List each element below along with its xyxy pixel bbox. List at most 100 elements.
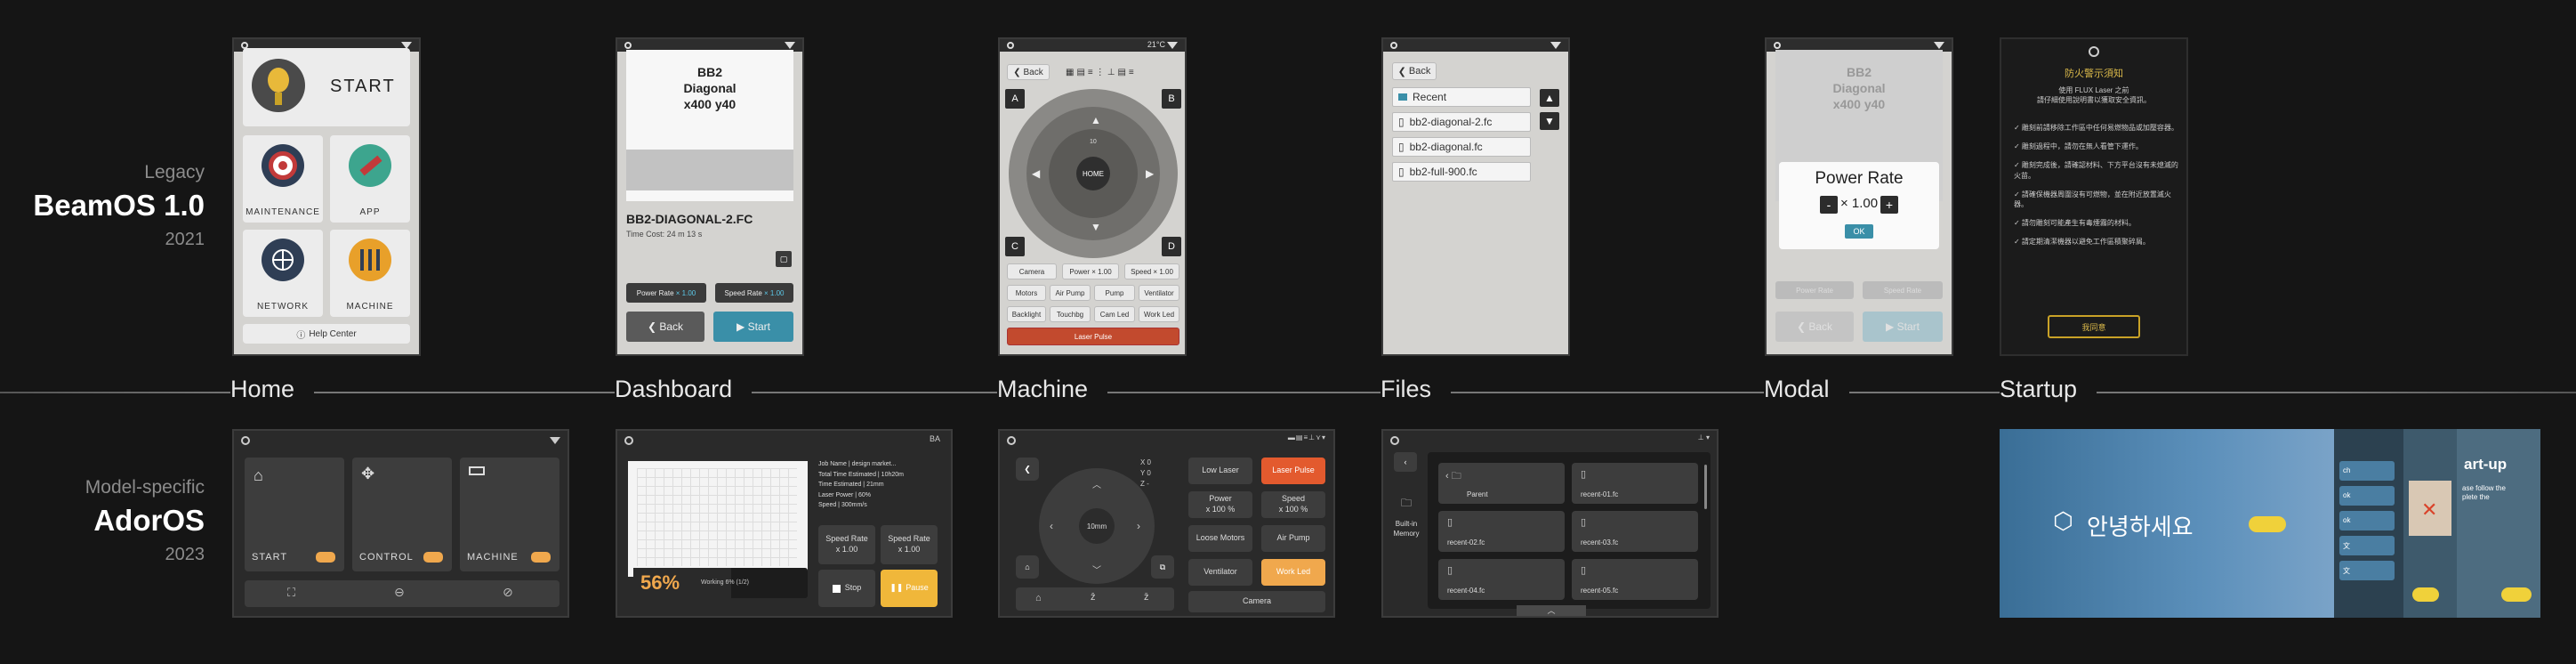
settings-icon[interactable] bbox=[1774, 42, 1781, 49]
scroll-down-icon[interactable]: ▼ bbox=[1540, 112, 1559, 130]
start-go-button[interactable] bbox=[316, 552, 335, 563]
decrease-button[interactable]: - bbox=[1820, 196, 1838, 214]
file-tile[interactable]: ▯ recent-04.fc bbox=[1438, 559, 1565, 600]
ok-button[interactable]: OK bbox=[1845, 224, 1873, 239]
start-tile[interactable]: START bbox=[243, 48, 410, 126]
help-center-button[interactable]: ⓘ Help Center bbox=[243, 324, 410, 344]
file-tile[interactable]: ▯ recent-01.fc bbox=[1572, 463, 1698, 504]
down-arrow-icon[interactable]: ﹀ bbox=[1092, 563, 1101, 576]
language-option[interactable]: ch bbox=[2339, 461, 2395, 481]
speed-rate-button[interactable]: Speed Rate x 1.00 bbox=[818, 525, 875, 564]
scroll-up-icon[interactable]: ▲ bbox=[1540, 89, 1559, 107]
app-tile[interactable]: APP bbox=[330, 135, 410, 223]
home-small-icon[interactable]: ⌂ bbox=[1035, 593, 1042, 603]
camera-button[interactable]: Camera bbox=[1007, 263, 1057, 279]
machine-tile[interactable]: MACHINE bbox=[330, 230, 410, 317]
corner-c-button[interactable]: C bbox=[1005, 237, 1025, 256]
speed-rate-button[interactable]: Speed Rate × 1.00 bbox=[715, 283, 793, 303]
up-arrow-icon[interactable]: ︿ bbox=[1092, 477, 1101, 490]
right-arrow-icon[interactable]: ▶ bbox=[1146, 167, 1154, 180]
motors-button[interactable]: Motors bbox=[1007, 285, 1046, 301]
back-button[interactable]: ❮ Back bbox=[1007, 64, 1050, 80]
file-row[interactable]: ▯ bb2-full-900.fc bbox=[1392, 162, 1531, 182]
settings-icon[interactable] bbox=[624, 436, 633, 445]
home-button[interactable]: HOME bbox=[1076, 157, 1110, 190]
maintenance-tile[interactable]: MAINTENANCE bbox=[243, 135, 323, 223]
scroll-up-handle[interactable]: ︿ bbox=[1517, 605, 1586, 616]
next-button[interactable] bbox=[2412, 587, 2439, 602]
file-row[interactable]: ▯ bb2-diagonal-2.fc bbox=[1392, 112, 1531, 132]
start-button[interactable]: ▶ Start bbox=[713, 312, 793, 342]
next-button[interactable] bbox=[2501, 587, 2532, 602]
z-down-icon[interactable]: z̄ bbox=[1144, 592, 1149, 603]
language-option[interactable]: 文 bbox=[2339, 561, 2395, 580]
back-button[interactable]: ❮ bbox=[1016, 458, 1039, 481]
settings-icon[interactable] bbox=[1390, 436, 1399, 445]
ventilator-button[interactable]: Ventilator bbox=[1139, 285, 1179, 301]
machine-tile[interactable]: MACHINE bbox=[460, 458, 559, 571]
settings-icon[interactable] bbox=[241, 436, 250, 445]
ventilator-button[interactable]: Ventilator bbox=[1188, 559, 1252, 586]
control-go-button[interactable] bbox=[423, 552, 443, 563]
increase-button[interactable]: + bbox=[1880, 196, 1898, 214]
frame-icon[interactable]: ⧉ bbox=[1151, 555, 1174, 579]
file-row[interactable]: ▯ bb2-diagonal.fc bbox=[1392, 137, 1531, 157]
work-led-button[interactable]: Work Led bbox=[1139, 306, 1179, 322]
back-button[interactable]: ❮ Back bbox=[626, 312, 704, 342]
language-option[interactable]: ok bbox=[2339, 486, 2395, 506]
speed-button[interactable]: Speed × 1.00 bbox=[1124, 263, 1179, 279]
power-rate-button[interactable]: Power Rate × 1.00 bbox=[626, 283, 706, 303]
control-tile[interactable]: ✥ CONTROL bbox=[352, 458, 452, 571]
z-up-icon[interactable]: ẑ bbox=[1091, 592, 1096, 603]
file-tile[interactable]: ‹ 🗀 Parent bbox=[1438, 463, 1565, 504]
start-tile[interactable]: ⌂ START bbox=[245, 458, 344, 571]
settings-icon[interactable] bbox=[624, 42, 632, 49]
settings-icon[interactable] bbox=[1007, 42, 1014, 49]
speed-button[interactable]: Speed x 100 % bbox=[1261, 491, 1325, 518]
pause-button[interactable]: ❚❚ Pause bbox=[881, 570, 938, 607]
work-led-button[interactable]: Work Led bbox=[1261, 559, 1325, 586]
home-icon[interactable]: ⌂ bbox=[1016, 555, 1039, 579]
scrollbar[interactable] bbox=[1704, 465, 1707, 509]
touchbg-button[interactable]: Touchbg bbox=[1050, 306, 1091, 322]
settings-icon[interactable] bbox=[1007, 436, 1016, 445]
file-tile[interactable]: ▯ recent-03.fc bbox=[1572, 511, 1698, 552]
cam-led-button[interactable]: Cam Led bbox=[1094, 306, 1135, 322]
language-option[interactable]: 文 bbox=[2339, 536, 2395, 555]
file-row-recent[interactable]: Recent bbox=[1392, 87, 1531, 107]
pump-button[interactable]: Pump bbox=[1094, 285, 1135, 301]
step-button[interactable]: 10mm bbox=[1079, 508, 1115, 544]
down-arrow-icon[interactable]: ▼ bbox=[1091, 221, 1101, 233]
left-arrow-icon[interactable]: ◀ bbox=[1032, 167, 1040, 180]
loose-motors-button[interactable]: Loose Motors bbox=[1188, 525, 1252, 552]
back-button[interactable]: ‹ bbox=[1394, 452, 1417, 472]
low-laser-button[interactable]: Low Laser bbox=[1188, 458, 1252, 484]
power-button[interactable]: Power x 100 % bbox=[1188, 491, 1252, 518]
air-pump-button[interactable]: Air Pump bbox=[1050, 285, 1091, 301]
laser-pulse-button[interactable]: Laser Pulse bbox=[1261, 458, 1325, 484]
air-pump-button[interactable]: Air Pump bbox=[1261, 525, 1325, 552]
network-tile[interactable]: NETWORK bbox=[243, 230, 323, 317]
file-tile[interactable]: ▯ recent-02.fc bbox=[1438, 511, 1565, 552]
backlight-button[interactable]: Backlight bbox=[1007, 306, 1046, 322]
next-button[interactable] bbox=[2249, 516, 2286, 532]
check-circle-icon[interactable]: ⊘ bbox=[503, 585, 513, 600]
scan-icon[interactable]: ⛶ bbox=[287, 586, 295, 600]
laser-pulse-button[interactable]: Laser Pulse bbox=[1007, 328, 1179, 345]
left-arrow-icon[interactable]: ‹ bbox=[1050, 520, 1053, 532]
up-arrow-icon[interactable]: ▲ bbox=[1091, 114, 1101, 126]
file-tile[interactable]: ▯ recent-05.fc bbox=[1572, 559, 1698, 600]
stop-button[interactable]: Stop bbox=[818, 570, 875, 607]
power-button[interactable]: Power × 1.00 bbox=[1062, 263, 1119, 279]
back-button[interactable]: ❮ Back bbox=[1392, 62, 1437, 80]
machine-go-button[interactable] bbox=[531, 552, 551, 563]
camera-button[interactable]: Camera bbox=[1188, 591, 1325, 612]
corner-d-button[interactable]: D bbox=[1162, 237, 1181, 256]
corner-b-button[interactable]: B bbox=[1162, 89, 1181, 109]
right-arrow-icon[interactable]: › bbox=[1137, 520, 1140, 532]
speed-rate-button-2[interactable]: Speed Rate x 1.00 bbox=[881, 525, 938, 564]
corner-a-button[interactable]: A bbox=[1005, 89, 1025, 109]
settings-icon[interactable] bbox=[1390, 42, 1397, 49]
agree-button[interactable]: 我同意 bbox=[2048, 315, 2140, 338]
preview-toggle-icon[interactable]: ▢ bbox=[776, 251, 792, 267]
